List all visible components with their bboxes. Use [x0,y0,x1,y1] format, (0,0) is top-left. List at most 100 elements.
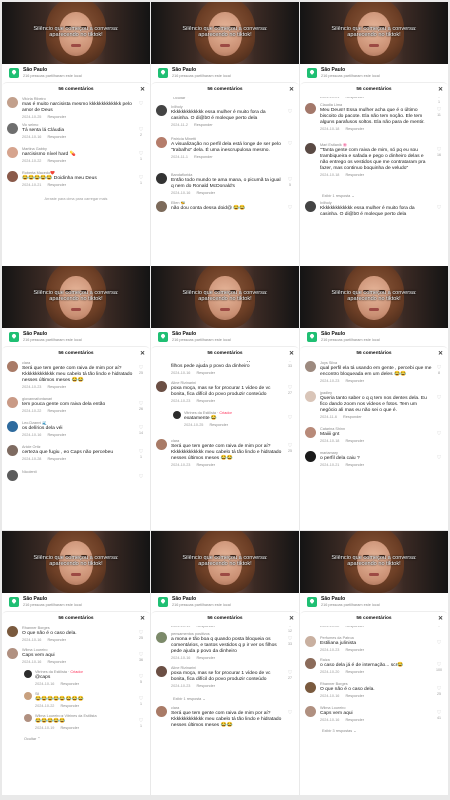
video-frame[interactable]: Silêncio que começou a conversa: aparece… [300,266,448,328]
like-button[interactable]: ♡ 36 [136,652,146,662]
avatar[interactable] [156,706,167,717]
like-button[interactable]: ♡ 1 [136,151,146,161]
avatar[interactable] [305,682,316,693]
like-button[interactable]: ♡ 5 [285,177,295,187]
avatar[interactable] [7,171,18,182]
like-button[interactable]: ♡ [434,455,444,461]
comments-list[interactable]: 2024-10-19 Responder ♡ 12 pensamentos positi… [151,626,299,795]
video-frame[interactable]: Silêncio que começou a conversa: aparece… [2,531,150,593]
reply-button[interactable]: Responder [194,155,213,159]
like-button[interactable]: ♡ [136,101,146,107]
location-bar[interactable]: São Paulo 216 pessoas partilharam este lo… [2,64,150,82]
like-button[interactable]: ♡ 25 [136,630,146,640]
reply-button[interactable]: Responder [345,379,364,383]
like-button[interactable]: ♡ [285,415,295,421]
reply-button[interactable]: Responder [60,726,79,730]
like-button[interactable]: ♡ 1 [434,97,444,104]
location-bar[interactable]: São Paulo 216 pessoas partilharam este lo… [300,593,448,611]
like-button[interactable]: ♡ 12 [285,626,295,633]
toggle-replies-link[interactable]: Exibir 1 resposta ⌄ [322,193,355,198]
reply-button[interactable]: Responder [345,694,364,698]
reply-button[interactable]: Responder [345,670,364,674]
reply-button[interactable]: Responder [47,385,66,389]
reply-button[interactable]: Responder [194,123,213,127]
reply-button[interactable]: Responder [343,415,362,419]
like-button[interactable]: ♡ [285,141,295,147]
like-button[interactable]: ♡ [136,474,146,480]
reply-button[interactable]: Responder [345,626,364,628]
reply-button[interactable]: Responder [47,457,66,461]
toggle-replies-link[interactable]: Exibir 1 resposta ⌄ [173,696,206,701]
avatar[interactable] [156,666,167,677]
like-button[interactable]: ♡ 26 [136,401,146,411]
like-button[interactable]: ♡ [285,710,295,716]
avatar[interactable] [156,137,167,148]
avatar[interactable] [305,143,316,154]
comments-list[interactable]: Ocultar ⌃ Ivilholy Kkkkkkkkkkkkk essa mulh… [151,97,299,266]
location-bar[interactable]: São Paulo 216 pessoas partilharam este lo… [151,64,299,82]
avatar[interactable] [305,658,316,669]
avatar[interactable] [173,411,181,419]
video-frame[interactable]: Silêncio que começou a conversa: aparece… [300,531,448,593]
avatar[interactable] [7,97,18,108]
reply-button[interactable]: Responder [196,656,215,660]
avatar[interactable] [7,626,18,637]
like-button[interactable]: ♡ 14 [136,425,146,435]
avatar[interactable] [156,439,167,450]
location-bar[interactable]: São Paulo 216 pessoas partilharam este lo… [2,328,150,346]
avatar[interactable] [7,397,18,408]
like-button[interactable]: ♡ [434,640,444,646]
toggle-replies-link[interactable]: Ocultar ⌃ [24,736,40,741]
reply-button[interactable]: Responder [345,97,364,99]
like-button[interactable]: ♡ [434,626,444,629]
reply-button[interactable]: Responder [209,423,228,427]
video-frame[interactable]: Silêncio que começou a conversa: aparece… [2,2,150,64]
like-button[interactable]: ♡ [434,431,444,437]
close-icon[interactable]: ✕ [289,83,294,97]
reply-button[interactable]: Responder [47,660,66,664]
video-frame[interactable]: Silêncio que começou a conversa: aparece… [151,531,299,593]
comments-list[interactable]: os comentários, e tantos vestidos q p ir… [151,361,299,530]
like-button[interactable]: ♡ 2 [136,127,146,137]
avatar[interactable] [156,201,167,212]
avatar[interactable] [305,103,316,114]
comments-list[interactable]: Joys Silva qual perfil ela tá usando em g… [300,361,448,530]
close-icon[interactable]: ✕ [140,612,145,626]
comments-list[interactable]: 2024-10-22 Responder ♡ Perfumes da Patroa Es… [300,626,448,795]
like-button[interactable]: ♡ [434,395,444,401]
like-button[interactable]: ♡ 11 [434,107,444,117]
avatar[interactable] [156,381,167,392]
reply-button[interactable]: Responder [196,684,215,688]
like-button[interactable]: ♡ 33 [285,361,295,368]
like-button[interactable]: ♡ [434,205,444,211]
like-button[interactable]: ♡ 41 [434,710,444,720]
avatar[interactable] [7,123,18,134]
avatar[interactable] [305,427,316,438]
avatar[interactable] [305,451,316,462]
like-button[interactable]: ♡ 25 [136,365,146,375]
like-button[interactable]: ♡ 8 [434,365,444,375]
reply-button[interactable]: Responder [47,183,66,187]
location-bar[interactable]: São Paulo 216 pessoas partilharam este lo… [300,328,448,346]
reply-button[interactable]: Responder [47,115,66,119]
avatar[interactable] [24,714,32,722]
location-bar[interactable]: São Paulo 216 pessoas partilharam este lo… [300,64,448,82]
comments-list[interactable]: Vitória Ribeiro mas é muito narcisista me… [2,97,150,266]
reply-button[interactable]: Responder [345,648,364,652]
reply-button[interactable]: Responder [196,399,215,403]
video-frame[interactable]: Silêncio que começou a conversa: aparece… [151,2,299,64]
close-icon[interactable]: ✕ [140,347,145,361]
reply-button[interactable]: Responder [47,159,66,163]
avatar[interactable] [24,670,32,678]
reply-button[interactable]: Responder [345,718,364,722]
like-button[interactable]: ♡ 100 [434,662,444,672]
close-icon[interactable]: ✕ [438,612,443,626]
avatar[interactable] [7,445,18,456]
comments-list[interactable]: clara Será que tem gente com raiva de mim… [2,361,150,530]
like-button[interactable]: ♡ 33 [285,636,295,646]
reply-button[interactable]: Responder [47,433,66,437]
like-button[interactable]: ♡ [285,109,295,115]
like-button[interactable]: ♡ 1 [136,175,146,185]
avatar[interactable] [305,636,316,647]
comments-list[interactable]: 2024-10-21 Responder ♡ 1 Claudia Lima Meu Deu… [300,97,448,266]
